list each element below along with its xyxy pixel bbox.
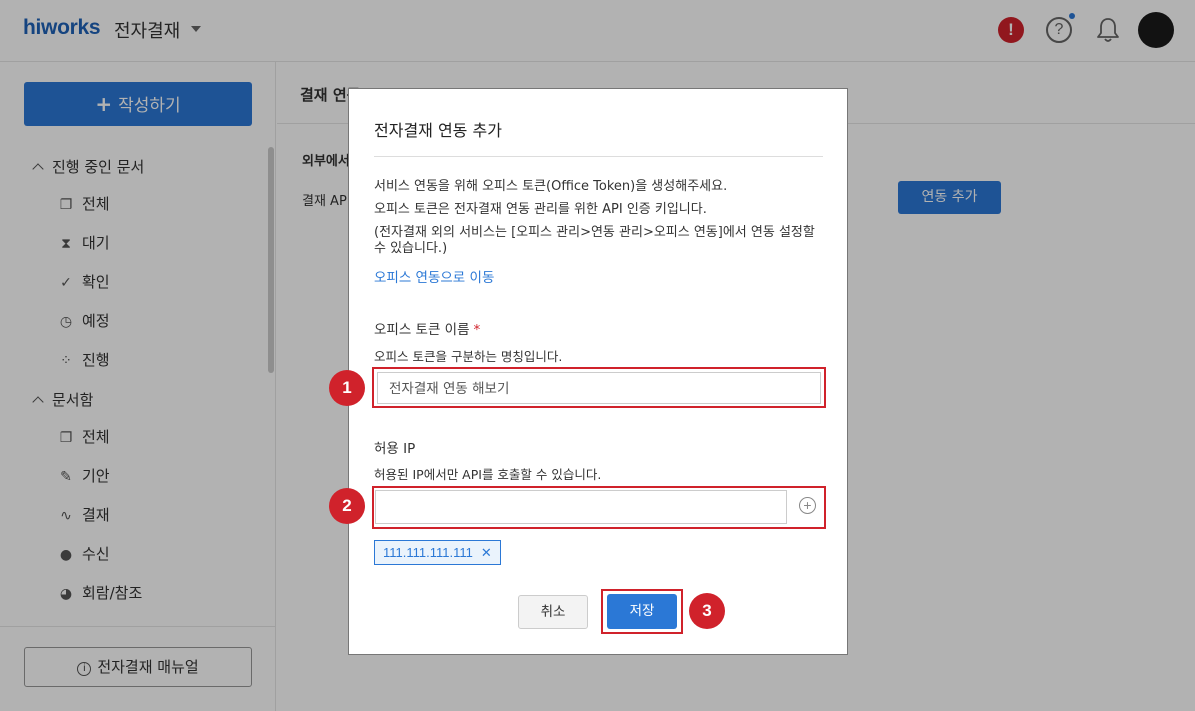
office-integration-link[interactable]: 오피스 연동으로 이동: [374, 266, 494, 286]
remove-tag-icon[interactable]: ✕: [481, 545, 492, 560]
token-name-input[interactable]: 전자결재 연동 해보기: [377, 372, 821, 404]
token-name-help: 오피스 토큰을 구분하는 명칭입니다.: [374, 349, 563, 364]
allowed-ip-input[interactable]: [375, 490, 787, 524]
step-marker-1: 1: [329, 370, 365, 406]
allowed-ip-label: 허용 IP: [374, 441, 416, 457]
token-name-label-text: 오피스 토큰 이름: [374, 322, 470, 338]
ip-tag-label: 111.111.111.111: [383, 545, 473, 560]
add-ip-plus-icon[interactable]: +: [799, 497, 816, 514]
cancel-button[interactable]: 취소: [518, 595, 588, 629]
dialog-description-2: 오피스 토큰은 전자결재 연동 관리를 위한 API 인증 키입니다.: [374, 202, 707, 217]
ip-tag: 111.111.111.111 ✕: [374, 540, 501, 565]
add-integration-dialog: 전자결재 연동 추가 서비스 연동을 위해 오피스 토큰(Office Toke…: [348, 88, 848, 655]
save-button[interactable]: 저장: [607, 594, 677, 629]
dialog-description-3: (전자결재 외의 서비스는 [오피스 관리>연동 관리>오피스 연동]에서 연동…: [374, 225, 815, 256]
dialog-title: 전자결재 연동 추가: [374, 121, 502, 140]
token-name-label: 오피스 토큰 이름 *: [374, 318, 480, 338]
step-marker-2: 2: [329, 488, 365, 524]
allowed-ip-help: 허용된 IP에서만 API를 호출할 수 있습니다.: [374, 467, 602, 482]
dialog-description-1: 서비스 연동을 위해 오피스 토큰(Office Token)을 생성해주세요.: [374, 179, 728, 194]
required-marker: *: [473, 322, 481, 338]
divider: [374, 156, 823, 157]
step-marker-3: 3: [689, 593, 725, 629]
